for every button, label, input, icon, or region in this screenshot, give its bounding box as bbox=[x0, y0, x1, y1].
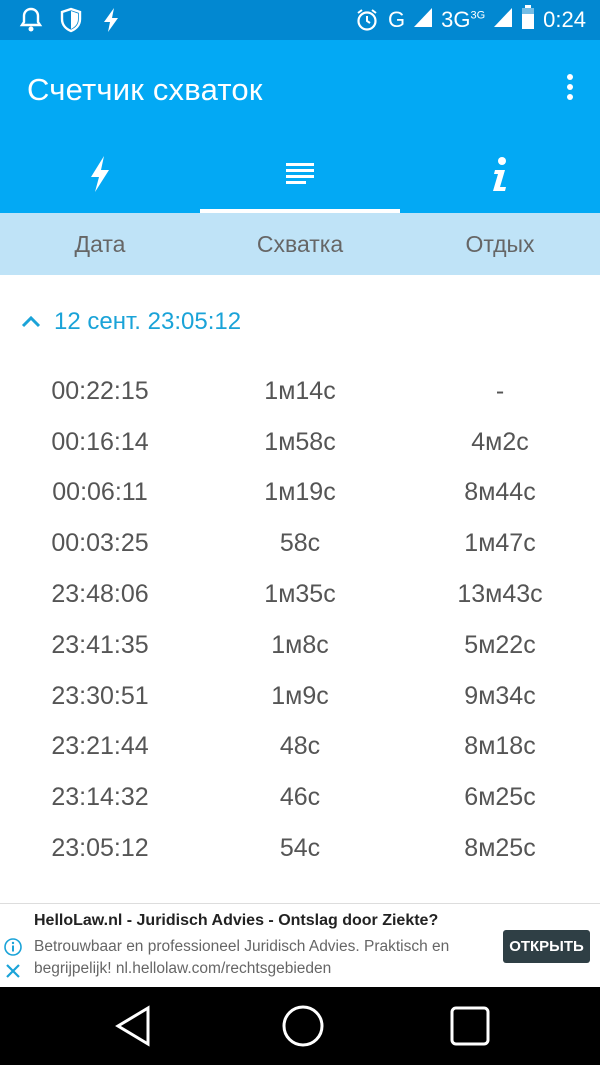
table-row: 23:41:35 1м8с 5м22с bbox=[0, 620, 600, 671]
row-date: 23:41:35 bbox=[51, 630, 149, 659]
table-row: 00:16:14 1м58с 4м2с bbox=[0, 417, 600, 468]
row-contraction: 1м19с bbox=[264, 478, 336, 507]
table-row: 23:05:12 54с 8м25с bbox=[0, 823, 600, 874]
menu-dot-icon bbox=[567, 74, 573, 80]
table-row: 23:14:32 46с 6м25с bbox=[0, 772, 600, 823]
network-type-3g-sup: 3G bbox=[470, 9, 486, 22]
signal-icon bbox=[413, 6, 433, 34]
row-date: 23:48:06 bbox=[51, 580, 149, 609]
network-type-3g: 3G3G bbox=[441, 7, 486, 32]
row-rest: 4м2с bbox=[471, 427, 529, 456]
row-rest: 13м43с bbox=[457, 580, 543, 609]
tab-counter[interactable] bbox=[0, 135, 200, 213]
network-type-g: G bbox=[388, 7, 406, 32]
notification-bell-icon bbox=[18, 7, 44, 33]
column-header-date: Дата bbox=[74, 230, 126, 257]
tab-history[interactable] bbox=[200, 135, 400, 213]
row-contraction: 48с bbox=[279, 732, 321, 761]
system-navigation-bar bbox=[0, 987, 600, 1065]
status-bar: G 3G3G 0:24 bbox=[0, 0, 600, 40]
table-header: Дата Схватка Отдых bbox=[0, 213, 600, 275]
ad-close-icon[interactable] bbox=[4, 962, 22, 980]
table-row: 23:21:44 48с 8м18с bbox=[0, 722, 600, 773]
row-contraction: 58с bbox=[279, 529, 321, 558]
row-contraction: 1м8с bbox=[271, 630, 329, 659]
row-rest: 9м34с bbox=[464, 681, 536, 710]
app-bar: Счетчик схваток bbox=[0, 40, 600, 213]
lightning-icon bbox=[91, 156, 109, 192]
row-rest: 6м25с bbox=[464, 783, 536, 812]
column-header-contraction: Схватка bbox=[256, 230, 344, 257]
row-date: 23:05:12 bbox=[51, 834, 149, 863]
back-icon[interactable] bbox=[112, 1004, 156, 1048]
row-rest: 5м22с bbox=[464, 630, 536, 659]
table-row: 23:30:51 1м9с 9м34с bbox=[0, 671, 600, 722]
row-date: 00:03:25 bbox=[51, 529, 149, 558]
row-rest: 8м25с bbox=[464, 834, 536, 863]
home-icon[interactable] bbox=[281, 1004, 325, 1048]
flash-icon bbox=[98, 7, 124, 33]
row-contraction: 46с bbox=[279, 783, 321, 812]
row-contraction: 1м14с bbox=[264, 376, 336, 405]
row-date: 00:16:14 bbox=[51, 427, 149, 456]
signal-icon-2 bbox=[493, 6, 513, 34]
info-icon bbox=[493, 157, 506, 191]
ad-title[interactable]: HelloLaw.nl - Juridisch Advies - Ontslag… bbox=[34, 912, 438, 930]
session-group-label: 12 сент. 23:05:12 bbox=[54, 308, 242, 335]
table-row: 00:03:25 58с 1м47с bbox=[0, 518, 600, 569]
row-date: 23:14:32 bbox=[51, 783, 149, 812]
row-contraction: 1м35с bbox=[264, 580, 336, 609]
row-contraction: 54с bbox=[279, 834, 321, 863]
tab-bar bbox=[0, 135, 600, 213]
recents-icon[interactable] bbox=[448, 1004, 492, 1048]
table-row: 00:22:15 1м14с - bbox=[0, 366, 600, 417]
battery-icon bbox=[521, 4, 535, 36]
ad-banner[interactable]: HelloLaw.nl - Juridisch Advies - Ontslag… bbox=[0, 903, 600, 987]
ad-description[interactable]: Betrouwbaar en professioneel Juridisch A… bbox=[34, 936, 494, 980]
column-header-rest: Отдых bbox=[465, 230, 535, 257]
shield-icon bbox=[58, 7, 84, 33]
row-rest: 8м18с bbox=[464, 732, 536, 761]
ad-info-icon[interactable] bbox=[4, 938, 22, 956]
row-rest: 1м47с bbox=[464, 529, 536, 558]
table-row: 00:06:11 1м19с 8м44с bbox=[0, 468, 600, 519]
row-contraction: 1м9с bbox=[271, 681, 329, 710]
ad-open-button[interactable]: ОТКРЫТЬ bbox=[503, 930, 590, 963]
list-icon bbox=[286, 163, 314, 184]
row-date: 00:06:11 bbox=[52, 478, 148, 507]
session-group-header[interactable]: 12 сент. 23:05:12 bbox=[0, 300, 600, 344]
row-date: 23:21:44 bbox=[51, 732, 149, 761]
row-contraction: 1м58с bbox=[264, 427, 336, 456]
row-date: 23:30:51 bbox=[51, 681, 149, 710]
tab-info[interactable] bbox=[400, 135, 600, 213]
menu-dot-icon bbox=[567, 94, 573, 100]
clock-time: 0:24 bbox=[543, 7, 586, 32]
row-rest: - bbox=[495, 376, 505, 405]
alarm-clock-icon bbox=[354, 7, 380, 33]
app-title: Счетчик схваток bbox=[27, 72, 263, 107]
row-date: 00:22:15 bbox=[51, 376, 149, 405]
menu-dot-icon bbox=[567, 84, 573, 90]
chevron-up-icon bbox=[21, 315, 41, 328]
table-row: 23:48:06 1м35с 13м43с bbox=[0, 569, 600, 620]
row-rest: 8м44с bbox=[464, 478, 536, 507]
contraction-list: 00:22:15 1м14с - 00:16:14 1м58с 4м2с 00:06:1… bbox=[0, 366, 600, 874]
overflow-menu-button[interactable] bbox=[558, 70, 582, 104]
